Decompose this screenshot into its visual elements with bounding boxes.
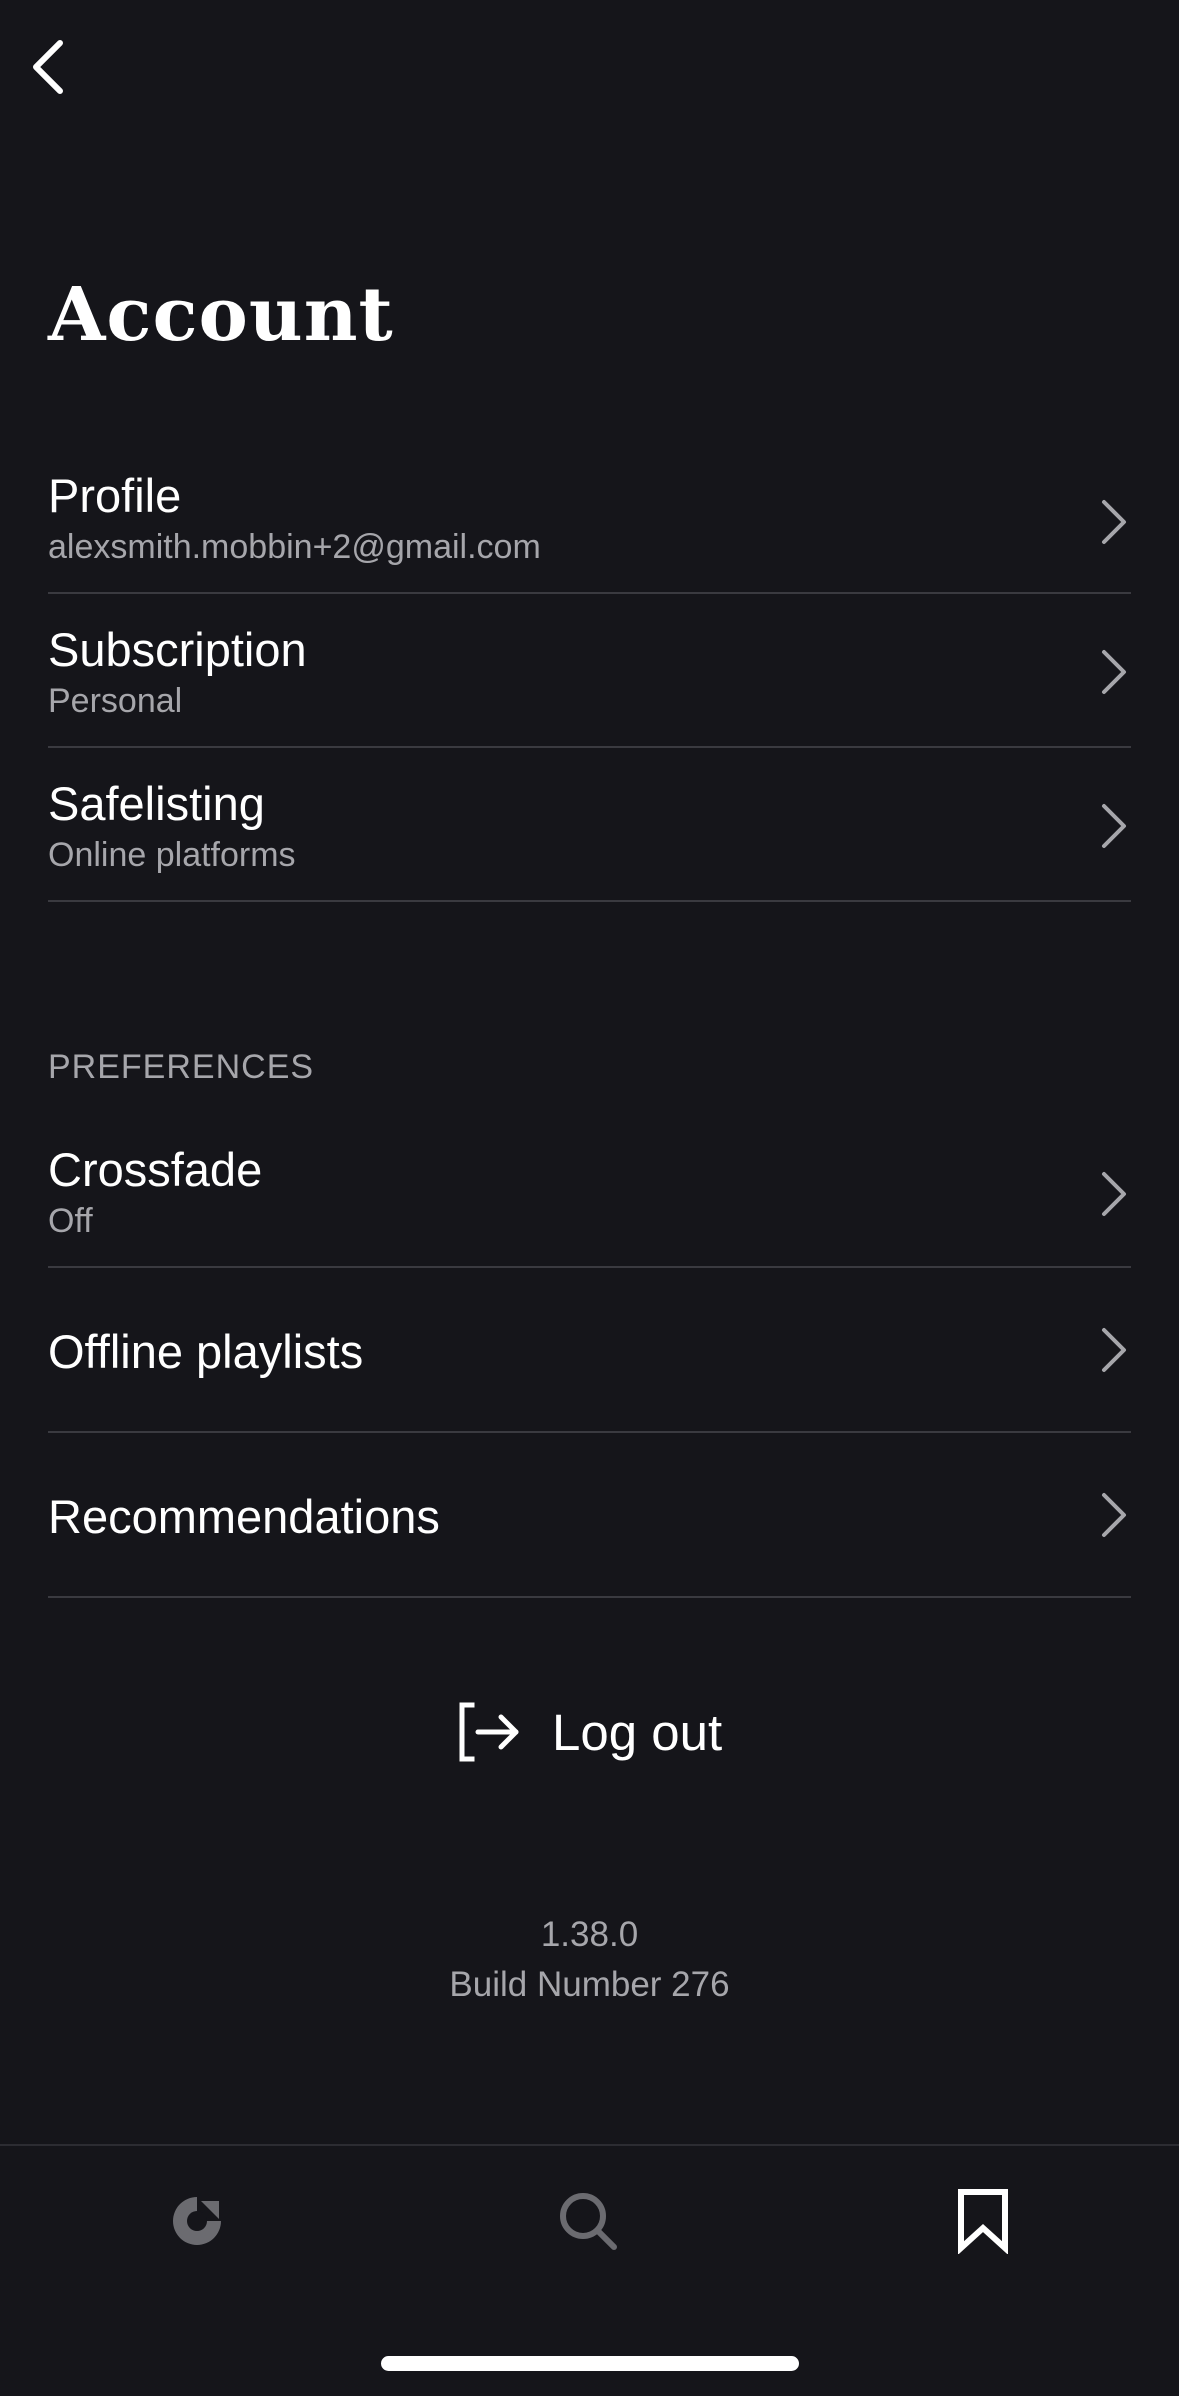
row-subtitle: Online platforms [48,836,296,874]
home-indicator [381,2356,799,2371]
logout-icon [459,1702,519,1762]
logout-button[interactable]: Log out [456,1694,722,1770]
logout-label: Log out [552,1703,723,1761]
chevron-right-icon [1102,804,1126,848]
chevron-left-icon [33,40,63,94]
account-screen: Account Profile alexsmith.mobbin+2@gmail… [0,0,1179,2396]
tab-discover[interactable] [152,2176,242,2266]
discover-icon [173,2197,221,2245]
crossfade-row[interactable]: Crossfade Off [48,1118,1131,1268]
tab-search[interactable] [543,2176,633,2266]
chevron-right-icon [1102,650,1126,694]
row-title: Crossfade [48,1143,263,1196]
app-version: 1.38.0 [540,1915,639,1954]
chevron-right-icon [1102,1328,1126,1372]
build-number: Build Number 276 [449,1965,730,2004]
subscription-row[interactable]: Subscription Personal [48,594,1131,748]
page-title: Account [48,272,394,358]
safelisting-row[interactable]: Safelisting Online platforms [48,748,1131,902]
chevron-right-icon [1102,1493,1126,1537]
chevron-right-icon [1102,1172,1126,1216]
row-title: Recommendations [48,1490,440,1543]
row-title: Profile [48,469,182,522]
row-subtitle: Off [48,1202,93,1240]
bookmark-icon [958,2189,1008,2254]
chevron-right-icon [1102,500,1126,544]
offline-playlists-row[interactable]: Offline playlists [48,1268,1131,1433]
row-title: Offline playlists [48,1325,364,1378]
recommendations-row[interactable]: Recommendations [48,1433,1131,1598]
preferences-header: PREFERENCES [48,1048,315,1086]
search-icon [560,2193,617,2250]
back-button[interactable] [18,32,78,102]
profile-row[interactable]: Profile alexsmith.mobbin+2@gmail.com [48,460,1131,594]
row-title: Safelisting [48,777,265,830]
row-subtitle: Personal [48,682,183,720]
tab-library[interactable] [938,2176,1028,2266]
row-title: Subscription [48,623,307,676]
row-subtitle: alexsmith.mobbin+2@gmail.com [48,528,541,566]
